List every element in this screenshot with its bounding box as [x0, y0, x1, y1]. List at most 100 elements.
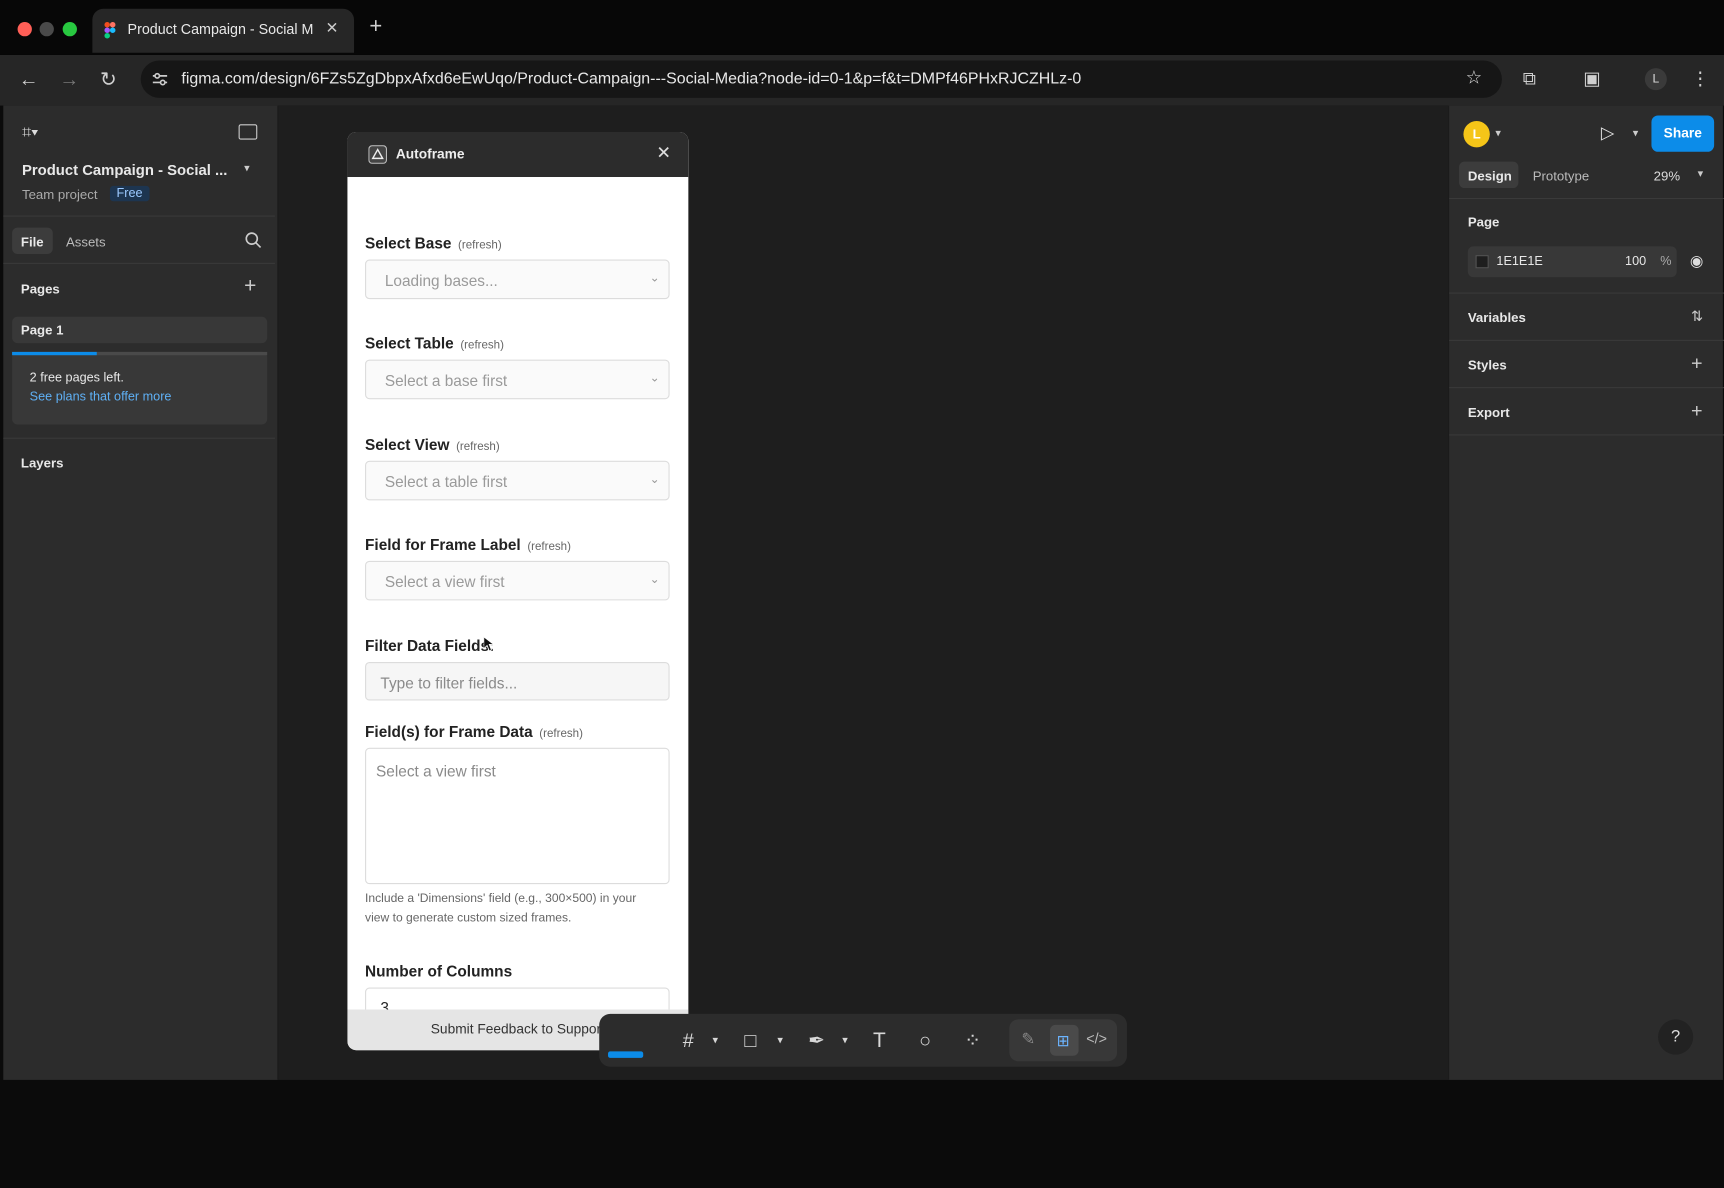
background-opacity[interactable]: 100	[1625, 255, 1646, 268]
select-base-value: Loading bases...	[384, 271, 498, 290]
tab-prototype[interactable]: Prototype	[1533, 168, 1589, 183]
filter-fields-placeholder: Type to filter fields...	[380, 674, 518, 692]
url-text[interactable]: figma.com/design/6FZs5ZgDbpxAfxd6eEwUqo/…	[181, 70, 1081, 88]
left-sidebar: ⌗▾ Product Campaign - Social ... ▾ Team …	[3, 105, 279, 1080]
reload-icon[interactable]: ↻	[100, 68, 117, 91]
close-plugin-icon[interactable]: ✕	[656, 142, 671, 164]
maximize-window-button[interactable]	[62, 21, 77, 37]
divider	[1449, 197, 1724, 200]
variables-settings-icon[interactable]: ⇅	[1691, 308, 1703, 326]
project-name[interactable]: Team project	[22, 187, 98, 202]
chevron-down-icon[interactable]: ▾	[712, 1035, 718, 1047]
divider	[3, 262, 275, 264]
tab-assets[interactable]: Assets	[66, 234, 106, 249]
select-view-dropdown[interactable]: Select a table first ⌄	[365, 460, 670, 501]
chevron-down-icon[interactable]: ▾	[777, 1035, 783, 1047]
page-background-field[interactable]: 1E1E1E 100 %	[1467, 246, 1677, 278]
browser-menu-icon[interactable]: ⋮	[1691, 68, 1710, 90]
add-export-icon[interactable]: +	[1691, 399, 1703, 422]
draw-mode-icon[interactable]: ✎	[1021, 1029, 1035, 1049]
site-settings-icon[interactable]	[152, 71, 168, 86]
page-name: Page 1	[20, 322, 64, 338]
tab-design[interactable]: Design	[1459, 161, 1519, 189]
user-avatar[interactable]: L	[1463, 120, 1490, 148]
refresh-link[interactable]: (refresh)	[458, 239, 502, 252]
label-text: Field for Frame Label	[365, 535, 521, 554]
plugin-body: Select Base (refresh) Loading bases... ⌄ …	[347, 177, 689, 1021]
see-plans-link[interactable]: See plans that offer more	[30, 390, 172, 403]
variables-heading[interactable]: Variables	[1468, 310, 1526, 325]
select-table-dropdown[interactable]: Select a base first ⌄	[365, 359, 670, 400]
chevron-down-icon[interactable]: ▾	[1698, 168, 1704, 180]
share-button[interactable]: Share	[1651, 115, 1715, 152]
file-title[interactable]: Product Campaign - Social ...	[22, 162, 227, 178]
frame-label-dropdown[interactable]: Select a view first ⌄	[365, 560, 670, 601]
plugin-window: Autoframe ✕ Select Base (refresh) Loading…	[347, 131, 689, 1051]
zoom-level[interactable]: 29%	[1654, 168, 1680, 183]
chevron-down-icon[interactable]: ▾	[1633, 128, 1639, 140]
close-window-button[interactable]	[17, 21, 32, 37]
pages-usage-fill	[12, 351, 97, 356]
frame-data-label: Field(s) for Frame Data (refresh)	[365, 723, 583, 741]
back-icon[interactable]: ←	[19, 68, 39, 91]
refresh-link[interactable]: (refresh)	[456, 440, 500, 453]
address-bar[interactable]: figma.com/design/6FZs5ZgDbpxAfxd6eEwUqo/…	[140, 60, 1502, 98]
cursor-icon	[483, 636, 495, 652]
select-table-value: Select a base first	[384, 371, 508, 390]
new-tab-icon[interactable]: +	[369, 14, 382, 39]
bottom-toolbar: # ▾ □ ▾ ✒ ▾ T ○ ⁘ ✎ ⊞ </>	[599, 1013, 1127, 1067]
eye-icon[interactable]: ◉	[1690, 252, 1703, 271]
plugin-title: Autoframe	[395, 146, 465, 162]
frame-label-field-label: Field for Frame Label (refresh)	[365, 536, 571, 554]
chevron-down-icon[interactable]: ▾	[1495, 128, 1501, 140]
background-hex[interactable]: 1E1E1E	[1496, 255, 1542, 268]
toggle-sidebar-icon[interactable]	[238, 124, 258, 140]
move-tool-button[interactable]	[608, 1051, 644, 1058]
filter-fields-label: Filter Data Fields:	[365, 636, 495, 655]
search-icon[interactable]	[245, 232, 262, 249]
frame-data-list[interactable]: Select a view first	[365, 747, 670, 885]
chevron-down-icon[interactable]: ▾	[842, 1035, 848, 1047]
tab-title: Product Campaign - Social M	[127, 20, 314, 38]
extensions-icon[interactable]: ⧉	[1523, 68, 1536, 90]
frame-data-placeholder: Select a view first	[376, 762, 496, 780]
close-tab-icon[interactable]: ✕	[325, 19, 338, 38]
select-base-dropdown[interactable]: Loading bases... ⌄	[365, 259, 670, 300]
page-section-heading: Page	[1467, 214, 1500, 230]
pen-tool-icon[interactable]: ✒	[808, 1029, 825, 1052]
add-style-icon[interactable]: +	[1691, 352, 1703, 375]
refresh-link[interactable]: (refresh)	[539, 727, 583, 740]
minimize-window-button[interactable]	[39, 21, 54, 37]
bookmark-star-icon[interactable]: ☆	[1466, 67, 1483, 89]
page-item[interactable]: Page 1	[12, 316, 268, 344]
add-page-icon[interactable]: +	[244, 275, 256, 299]
filter-fields-input[interactable]: Type to filter fields...	[365, 662, 670, 701]
help-icon[interactable]: ?	[1658, 1019, 1694, 1055]
right-sidebar: L ▾ ▷ ▾ Share Design Prototype 29% ▾ Pag…	[1448, 105, 1724, 1080]
figma-icon	[104, 21, 116, 39]
rectangle-tool-icon[interactable]: □	[744, 1029, 756, 1052]
present-icon[interactable]: ▷	[1601, 122, 1615, 144]
chevron-down-icon[interactable]: ▾	[244, 163, 250, 175]
frame-tool-icon[interactable]: #	[683, 1029, 694, 1052]
comment-tool-icon[interactable]: ○	[919, 1029, 931, 1052]
tab-file[interactable]: File	[12, 227, 53, 255]
dev-mode-icon[interactable]: </>	[1086, 1030, 1107, 1046]
refresh-link[interactable]: (refresh)	[460, 339, 504, 352]
select-table-label: Select Table (refresh)	[365, 334, 504, 352]
pages-heading: Pages	[20, 281, 60, 297]
plugin-header: Autoframe ✕	[347, 131, 689, 178]
actions-icon[interactable]: ⁘	[964, 1029, 981, 1052]
media-controls-icon[interactable]: ▣	[1583, 68, 1601, 90]
profile-avatar[interactable]: L	[1644, 68, 1667, 91]
browser-tab[interactable]: Product Campaign - Social M ✕	[92, 8, 355, 53]
browser-tab-bar: Product Campaign - Social M ✕ +	[0, 0, 1724, 55]
background-swatch[interactable]	[1475, 255, 1489, 269]
text-tool-icon[interactable]: T	[873, 1029, 886, 1053]
plan-badge: Free	[109, 185, 150, 202]
forward-icon[interactable]: →	[59, 68, 79, 91]
figma-menu-icon[interactable]: ⌗▾	[22, 123, 38, 142]
label-text: Select Base	[365, 234, 452, 252]
design-mode-button[interactable]: ⊞	[1050, 1024, 1079, 1056]
refresh-link[interactable]: (refresh)	[527, 540, 571, 553]
